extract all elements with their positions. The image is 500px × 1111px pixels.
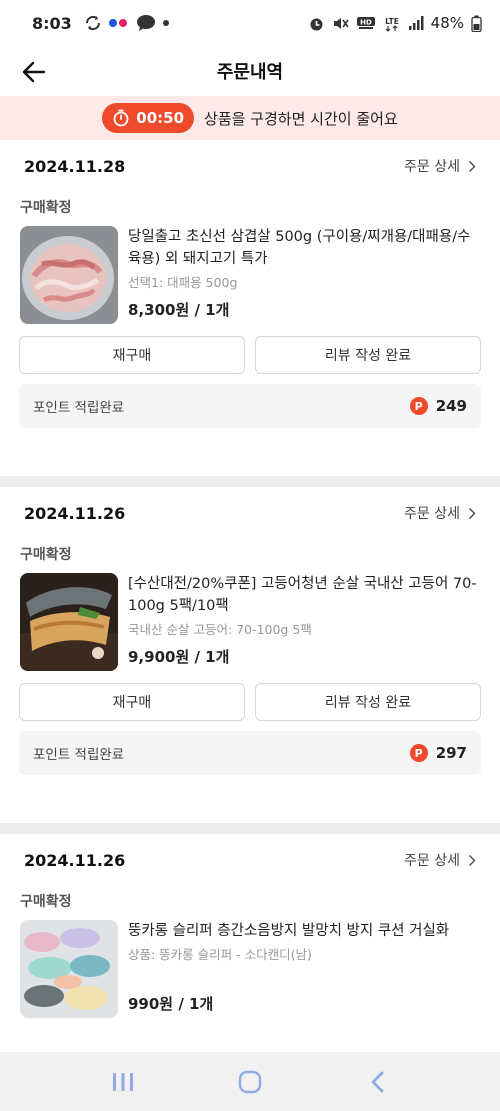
point-badge-icon: P — [409, 744, 428, 762]
sync-icon — [85, 15, 100, 31]
lte-icon: LTE — [385, 17, 399, 32]
dot-icon — [162, 20, 169, 26]
order-detail-label: 주문 상세 — [404, 853, 460, 869]
product-name: 당일출고 초신선 삼겹살 500g (구이용/찌개용/대패용/수육용) 외 돼지… — [128, 229, 471, 267]
recent-apps-button[interactable] — [103, 1062, 143, 1102]
order-detail-link[interactable]: 주문 상세 — [404, 156, 476, 176]
recent-apps-icon — [113, 1072, 134, 1091]
product-image-mackerel — [20, 573, 118, 671]
alarm-icon — [310, 18, 323, 30]
status-bar: 8:03 HD LTE 48% — [0, 0, 500, 46]
points-row: 포인트 적립완료 P 249 — [19, 384, 481, 428]
points-label: 포인트 적립완료 — [33, 400, 125, 416]
system-back-button[interactable] — [357, 1062, 397, 1102]
product-price: 9,900원 / 1개 — [128, 648, 230, 666]
order-date: 2024.11.26 — [24, 850, 126, 870]
chevron-right-icon — [468, 160, 476, 172]
product-price: 8,300원 / 1개 — [128, 301, 230, 319]
home-icon — [238, 1070, 262, 1093]
notification-icons — [84, 14, 170, 32]
status-time: 8:03 — [32, 13, 72, 33]
svg-text:LTE: LTE — [385, 17, 399, 26]
home-button[interactable] — [230, 1062, 270, 1102]
product-image-slippers — [20, 920, 118, 1018]
order-actions: 재구매 리뷰 작성 완료 — [0, 336, 500, 374]
rebuy-button[interactable]: 재구매 — [19, 683, 245, 721]
arrow-left-icon — [22, 61, 46, 83]
purchase-status: 구매확정 — [20, 200, 72, 216]
back-button[interactable] — [18, 56, 50, 88]
app-header: 주문내역 — [0, 46, 500, 96]
purchase-status: 구매확정 — [20, 547, 72, 563]
timer-value: 00:50 — [136, 109, 185, 127]
system-nav-bar — [0, 1052, 500, 1111]
order-card: 2024.11.26 주문 상세 구매확정 [수산대전/20%쿠폰] 고등어청년… — [0, 487, 500, 823]
mute-icon — [333, 17, 349, 29]
order-card: 2024.11.26 주문 상세 구매확정 뚱카롱 슬리퍼 층간소음방지 발망치… — [0, 834, 500, 1052]
order-header: 2024.11.26 주문 상세 — [0, 834, 500, 886]
signal-icon — [408, 16, 424, 30]
order-card: 2024.11.28 주문 상세 구매확정 당일출고 초신선 삼겹살 500g … — [0, 140, 500, 476]
points-row: 포인트 적립완료 P 297 — [19, 731, 481, 775]
order-actions: 재구매 리뷰 작성 완료 — [0, 683, 500, 721]
stopwatch-icon — [113, 109, 129, 127]
product-item[interactable]: 당일출고 초신선 삼겹살 500g (구이용/찌개용/대패용/수육용) 외 돼지… — [0, 226, 500, 324]
points-value: 297 — [435, 744, 467, 762]
timer-banner[interactable]: 00:50 상품을 구경하면 시간이 줄어요 — [0, 96, 500, 140]
order-date: 2024.11.26 — [24, 503, 126, 523]
product-name: 뚱카롱 슬리퍼 층간소음방지 발망치 방지 쿠션 거실화 — [128, 923, 450, 939]
review-done-button[interactable]: 리뷰 작성 완료 — [255, 336, 481, 374]
points-label: 포인트 적립완료 — [33, 747, 125, 763]
product-price: 990원 / 1개 — [128, 995, 214, 1013]
chevron-right-icon — [468, 507, 476, 519]
product-info: [수산대전/20%쿠폰] 고등어청년 순살 국내산 고등어 70-100g 5팩… — [128, 573, 480, 671]
rebuy-button[interactable]: 재구매 — [19, 336, 245, 374]
svg-text:HD: HD — [360, 18, 372, 26]
order-header: 2024.11.26 주문 상세 — [0, 487, 500, 539]
order-detail-link[interactable]: 주문 상세 — [404, 850, 476, 870]
chevron-right-icon — [468, 854, 476, 866]
points-value-group: P 249 — [409, 397, 467, 415]
page-title: 주문내역 — [216, 62, 284, 83]
hd-voice-icon: HD — [356, 16, 375, 29]
product-name: [수산대전/20%쿠폰] 고등어청년 순살 국내산 고등어 70-100g 5팩… — [128, 576, 477, 614]
order-header: 2024.11.28 주문 상세 — [0, 140, 500, 192]
product-image-pork — [20, 226, 118, 324]
back-icon — [371, 1071, 384, 1092]
chat-icon — [136, 15, 155, 31]
timer-pill: 00:50 — [102, 103, 195, 133]
product-option: 상품: 뚱카롱 슬리퍼 - 소다캔디(남) — [128, 947, 312, 962]
points-value-group: P 297 — [409, 744, 467, 762]
order-detail-label: 주문 상세 — [404, 506, 460, 522]
product-info: 뚱카롱 슬리퍼 층간소음방지 발망치 방지 쿠션 거실화 상품: 뚱카롱 슬리퍼… — [128, 920, 480, 1018]
product-info: 당일출고 초신선 삼겹살 500g (구이용/찌개용/대패용/수육용) 외 돼지… — [128, 226, 480, 324]
battery-percent: 48% — [430, 14, 464, 32]
order-detail-link[interactable]: 주문 상세 — [404, 503, 476, 523]
product-item[interactable]: [수산대전/20%쿠폰] 고등어청년 순살 국내산 고등어 70-100g 5팩… — [0, 573, 500, 671]
purchase-status: 구매확정 — [20, 894, 72, 910]
product-option: 국내산 순살 고등어: 70-100g 5팩 — [128, 622, 312, 637]
product-option: 선택1: 대패용 500g — [128, 275, 238, 290]
points-value: 249 — [435, 397, 467, 415]
banner-text: 상품을 구경하면 시간이 줄어요 — [204, 109, 398, 128]
point-badge-icon: P — [409, 397, 428, 415]
system-icons: HD LTE 48% — [308, 14, 482, 32]
battery-icon — [471, 15, 482, 32]
review-done-button[interactable]: 리뷰 작성 완료 — [255, 683, 481, 721]
app-dots-icon — [108, 19, 127, 27]
product-item[interactable]: 뚱카롱 슬리퍼 층간소음방지 발망치 방지 쿠션 거실화 상품: 뚱카롱 슬리퍼… — [0, 920, 500, 1018]
order-detail-label: 주문 상세 — [404, 159, 460, 175]
order-date: 2024.11.28 — [24, 156, 126, 176]
